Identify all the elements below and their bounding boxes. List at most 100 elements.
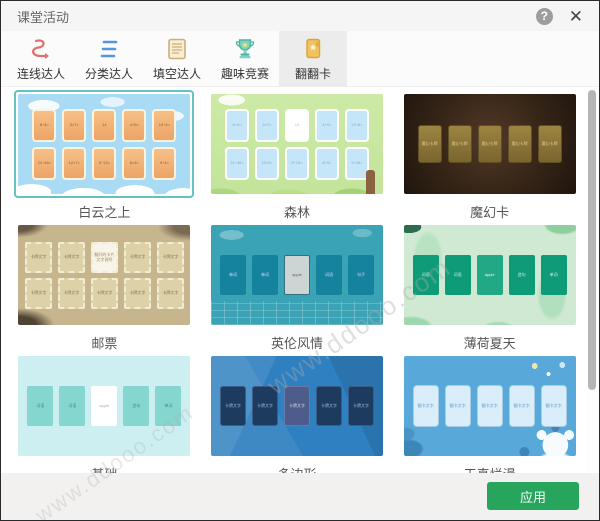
trophy-icon	[232, 36, 258, 62]
template-preview: 卡牌文字卡牌文字卡牌文字卡牌文字卡牌文字	[211, 356, 383, 456]
category-lines-icon	[96, 36, 122, 62]
template-thumbnail-selected[interactable]: 8÷4=3×7=144+6=13÷4=21÷46=12×7=9÷13=8×4=9…	[14, 90, 194, 198]
flip-card: 词语	[59, 386, 85, 426]
template-item-yinglun[interactable]: 单词单词apple词语句子英伦风情	[204, 221, 391, 352]
template-preview: 8÷4=3×7=144+6=23÷8=21÷46=13×9=9÷13=8÷9=9…	[211, 94, 383, 194]
classroom-activity-dialog: 课堂活动 ? ✕ 连线达人 分类达人 填空达人 趣味	[0, 0, 600, 521]
flip-card: 23÷8=	[345, 109, 369, 142]
flip-card: 21÷46=	[32, 147, 56, 180]
flip-card: 13÷4=	[152, 109, 176, 142]
scrollbar-thumb[interactable]	[588, 90, 596, 390]
flip-card: 9÷4=	[152, 147, 176, 180]
template-grid: 8÷4=3×7=144+6=13÷4=21÷46=12×7=9÷13=8×4=9…	[1, 88, 587, 472]
flip-card: 单词	[541, 255, 567, 295]
template-item-tianzhen[interactable]: 翻卡文字翻卡文字翻卡文字翻卡文字翻卡文字天真烂漫	[396, 352, 583, 483]
template-thumbnail[interactable]: 单词单词apple词语句子	[207, 221, 387, 329]
template-item-jichu[interactable]: 词语词语apple造句单词基础	[11, 352, 198, 483]
flip-card: 翻开的卡片文字说明	[91, 242, 118, 273]
template-item-mohuan[interactable]: 魔幻卡牌魔幻卡牌魔幻卡牌魔幻卡牌魔幻卡牌魔幻卡	[396, 90, 583, 221]
tab-label: 连线达人	[17, 65, 65, 82]
flip-card: 12×7=	[62, 147, 86, 180]
flip-card: 翻卡文字	[541, 385, 567, 427]
activity-tab-bar: 连线达人 分类达人 填空达人 趣味竞赛 翻翻卡	[1, 31, 599, 87]
flip-card: 魔幻卡牌	[508, 125, 532, 163]
template-thumbnail[interactable]: 卡牌文字卡牌文字翻开的卡片文字说明卡牌文字卡牌文字卡牌文字卡牌文字卡牌文字卡牌文…	[14, 221, 194, 329]
dialog-title: 课堂活动	[17, 7, 69, 26]
fill-blank-document-icon	[164, 36, 190, 62]
flip-card: 卡牌文字	[25, 242, 52, 273]
flip-card: 造句	[509, 255, 535, 295]
flip-card: 句子	[348, 255, 374, 295]
template-item-duobian[interactable]: 卡牌文字卡牌文字卡牌文字卡牌文字卡牌文字多边形	[204, 352, 391, 483]
flip-card: 单词	[252, 255, 278, 295]
connect-path-icon	[28, 36, 54, 62]
flip-card: 卡牌文字	[58, 278, 85, 309]
flip-card: 卡牌文字	[157, 242, 184, 273]
flip-card: apple	[477, 255, 503, 295]
tab-fenlei[interactable]: 分类达人	[75, 31, 143, 87]
flip-card: 8×4=	[122, 147, 146, 180]
flip-card: 词语	[316, 255, 342, 295]
flip-card: 魔幻卡牌	[478, 125, 502, 163]
flip-card: 造句	[123, 386, 149, 426]
template-preview: 翻卡文字翻卡文字翻卡文字翻卡文字翻卡文字	[404, 356, 576, 456]
template-thumbnail[interactable]: 翻卡文字翻卡文字翻卡文字翻卡文字翻卡文字	[400, 352, 580, 460]
template-item-baiyun[interactable]: 8÷4=3×7=144+6=13÷4=21÷46=12×7=9÷13=8×4=9…	[11, 90, 198, 221]
template-thumbnail[interactable]: 词语词语apple造句单词	[400, 221, 580, 329]
flip-card: 9÷46=	[345, 147, 369, 180]
title-bar: 课堂活动 ? ✕	[1, 1, 599, 31]
flip-card: 单词	[220, 255, 246, 295]
flip-card: 3×7=	[62, 109, 86, 142]
flip-card: 9÷13=	[92, 147, 116, 180]
flip-card: 卡牌文字	[124, 278, 151, 309]
tab-label: 翻翻卡	[295, 65, 331, 82]
flip-card: apple	[284, 255, 310, 295]
template-thumbnail[interactable]: 魔幻卡牌魔幻卡牌魔幻卡牌魔幻卡牌魔幻卡牌	[400, 90, 580, 198]
flip-card: 词语	[27, 386, 53, 426]
tab-tiankong[interactable]: 填空达人	[143, 31, 211, 87]
flip-card: 卡牌文字	[124, 242, 151, 273]
close-icon[interactable]: ✕	[569, 8, 583, 25]
tab-label: 趣味竞赛	[221, 65, 269, 82]
template-thumbnail[interactable]: 卡牌文字卡牌文字卡牌文字卡牌文字卡牌文字	[207, 352, 387, 460]
flip-card: 魔幻卡牌	[418, 125, 442, 163]
apply-button[interactable]: 应用	[487, 482, 579, 510]
flip-card: 14	[285, 109, 309, 142]
flip-card: 4+6=	[315, 109, 339, 142]
flip-card: 单词	[155, 386, 181, 426]
flip-card: 翻卡文字	[413, 385, 439, 427]
template-item-bohe[interactable]: 词语词语apple造句单词薄荷夏天	[396, 221, 583, 352]
flip-card: 8÷4=	[225, 109, 249, 142]
template-preview: 词语词语apple造句单词	[404, 225, 576, 325]
flip-card: 卡牌文字	[316, 386, 342, 426]
flip-card: 翻卡文字	[445, 385, 471, 427]
template-preview: 词语词语apple造句单词	[18, 356, 190, 456]
template-preview: 8÷4=3×7=144+6=13÷4=21÷46=12×7=9÷13=8×4=9…	[18, 94, 190, 194]
flip-card: 魔幻卡牌	[538, 125, 562, 163]
template-name: 英伦风情	[271, 333, 323, 352]
flip-card: 卡牌文字	[25, 278, 52, 309]
tab-fanfanka[interactable]: 翻翻卡	[279, 31, 347, 87]
template-preview: 卡牌文字卡牌文字翻开的卡片文字说明卡牌文字卡牌文字卡牌文字卡牌文字卡牌文字卡牌文…	[18, 225, 190, 325]
template-item-youpiao[interactable]: 卡牌文字卡牌文字翻开的卡片文字说明卡牌文字卡牌文字卡牌文字卡牌文字卡牌文字卡牌文…	[11, 221, 198, 352]
tab-lianxian[interactable]: 连线达人	[7, 31, 75, 87]
template-thumbnail[interactable]: 8÷4=3×7=144+6=23÷8=21÷46=13×9=9÷13=8÷9=9…	[207, 90, 387, 198]
flip-card: 8÷4=	[32, 109, 56, 142]
tab-quwei[interactable]: 趣味竞赛	[211, 31, 279, 87]
help-icon[interactable]: ?	[536, 8, 553, 25]
flip-card: 卡牌文字	[284, 386, 310, 426]
flip-card: 21÷46=	[225, 147, 249, 180]
flip-card: 3×7=	[255, 109, 279, 142]
scrollbar-track[interactable]	[587, 88, 597, 472]
template-thumbnail[interactable]: 词语词语apple造句单词	[14, 352, 194, 460]
template-name: 森林	[284, 202, 310, 221]
flip-card: 魔幻卡牌	[448, 125, 472, 163]
tab-label: 分类达人	[85, 65, 133, 82]
flip-card: 卡牌文字	[157, 278, 184, 309]
flip-card-icon	[300, 36, 326, 62]
flip-card: 词语	[445, 255, 471, 295]
template-name: 薄荷夏天	[464, 333, 516, 352]
flip-card: 卡牌文字	[58, 242, 85, 273]
template-name: 邮票	[91, 333, 117, 352]
template-item-senlin[interactable]: 8÷4=3×7=144+6=23÷8=21÷46=13×9=9÷13=8÷9=9…	[204, 90, 391, 221]
